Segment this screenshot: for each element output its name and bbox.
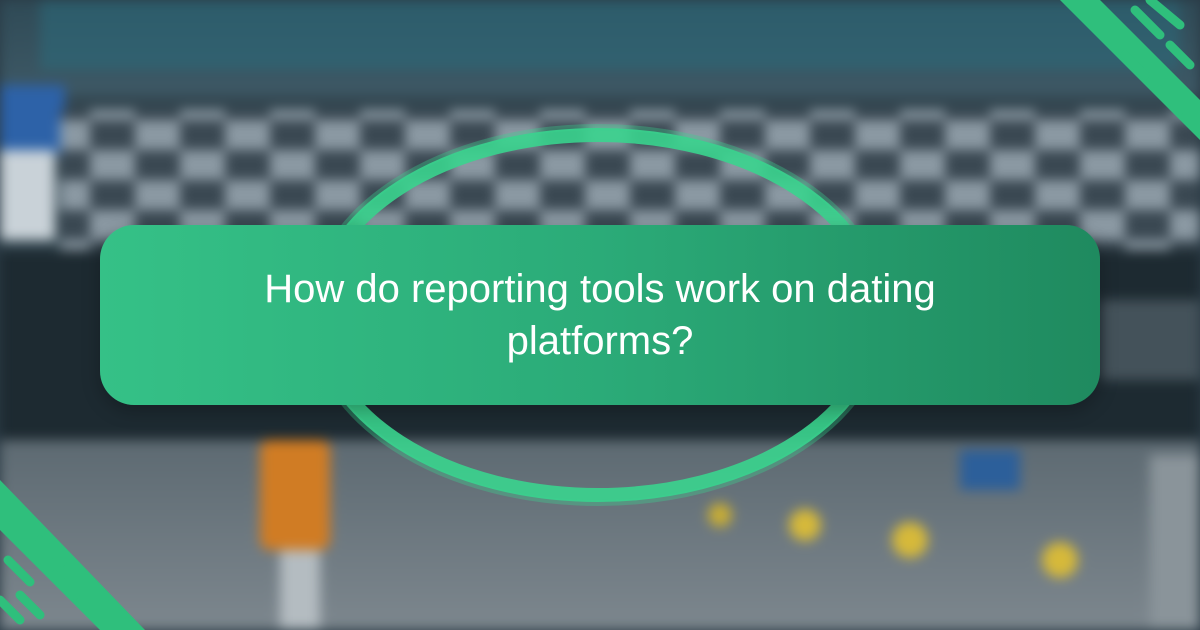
thumbnail: How do reporting tools work on dating pl…: [0, 0, 1200, 630]
corner-stripes-top-right: [1060, 0, 1200, 140]
page-title: How do reporting tools work on dating pl…: [264, 267, 936, 363]
corner-stripes-bottom-left: [0, 480, 145, 630]
title-banner: How do reporting tools work on dating pl…: [100, 225, 1100, 405]
